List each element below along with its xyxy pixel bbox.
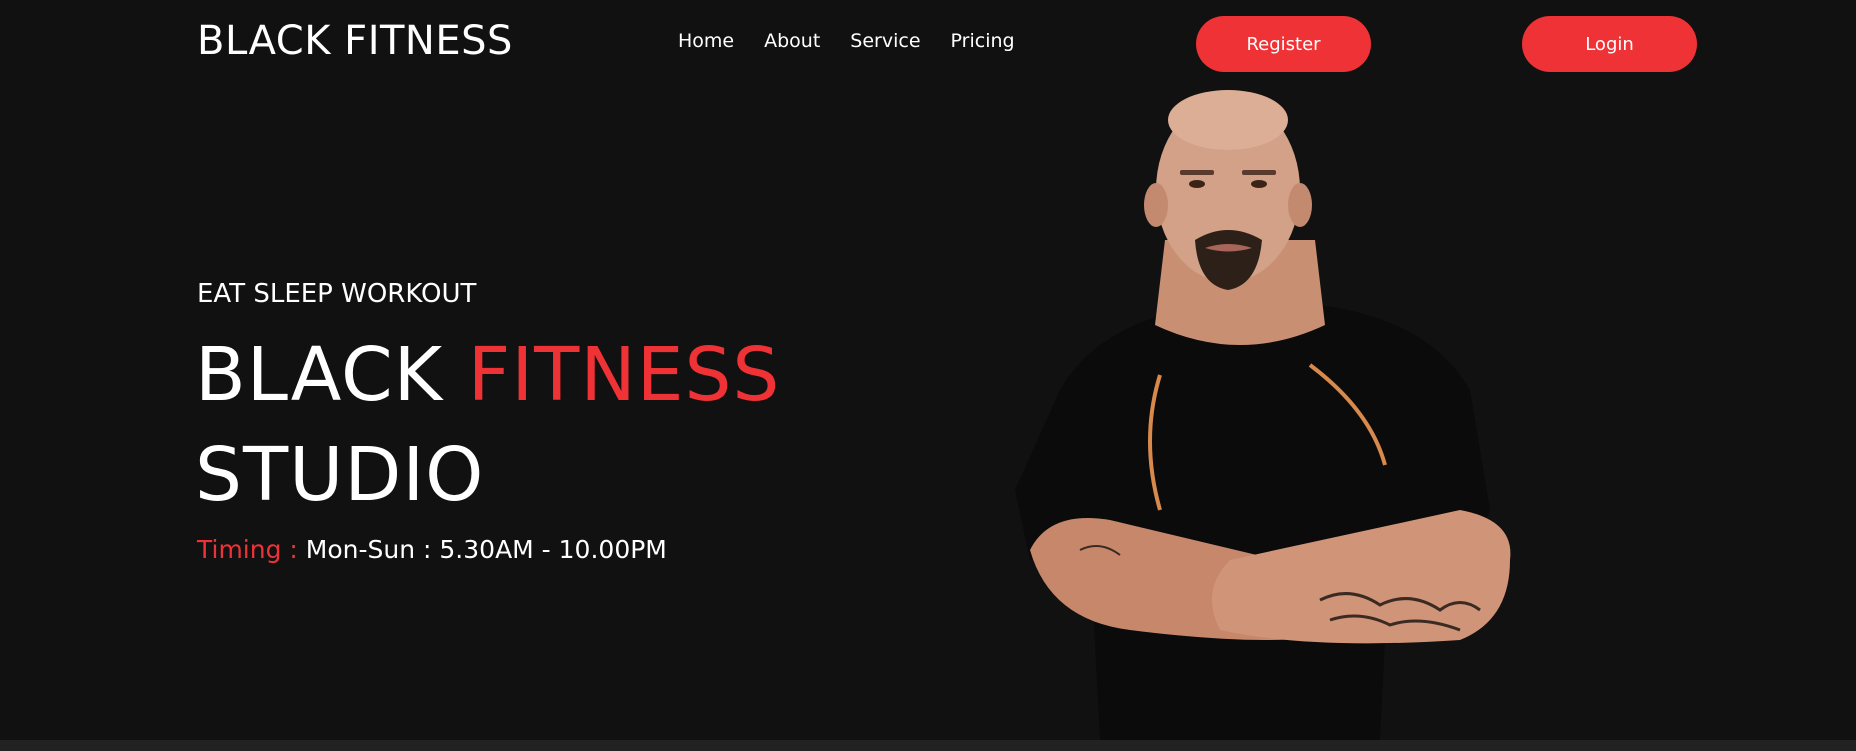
trainer-image (1015, 90, 1511, 740)
hero-title-line1: BLACK FITNESS (195, 325, 780, 425)
timing-value: Mon-Sun : 5.30AM - 10.00PM (305, 535, 667, 564)
nav-service-link[interactable]: Service (850, 30, 920, 52)
landing-page: BLACK FITNESS Home About Service Pricing… (0, 0, 1856, 751)
nav-home-link[interactable]: Home (678, 30, 734, 52)
hero-title-accent: FITNESS (467, 332, 781, 418)
nav-about-link[interactable]: About (764, 30, 820, 52)
hero-title-line2: STUDIO (195, 432, 485, 518)
brand-logo[interactable]: BLACK FITNESS (197, 18, 513, 64)
hero-timing: Timing : Mon-Sun : 5.30AM - 10.00PM (197, 535, 667, 564)
hero-title: BLACK FITNESS STUDIO (195, 325, 780, 525)
timing-label: Timing : (197, 535, 298, 564)
hero-tagline: EAT SLEEP WORKOUT (197, 279, 477, 309)
hero-title-part1: BLACK (195, 332, 444, 418)
register-button[interactable]: Register (1196, 16, 1371, 72)
main-nav: Home About Service Pricing (678, 30, 1015, 52)
bottom-strip (0, 740, 1856, 751)
login-button[interactable]: Login (1522, 16, 1697, 72)
nav-pricing-link[interactable]: Pricing (951, 30, 1015, 52)
